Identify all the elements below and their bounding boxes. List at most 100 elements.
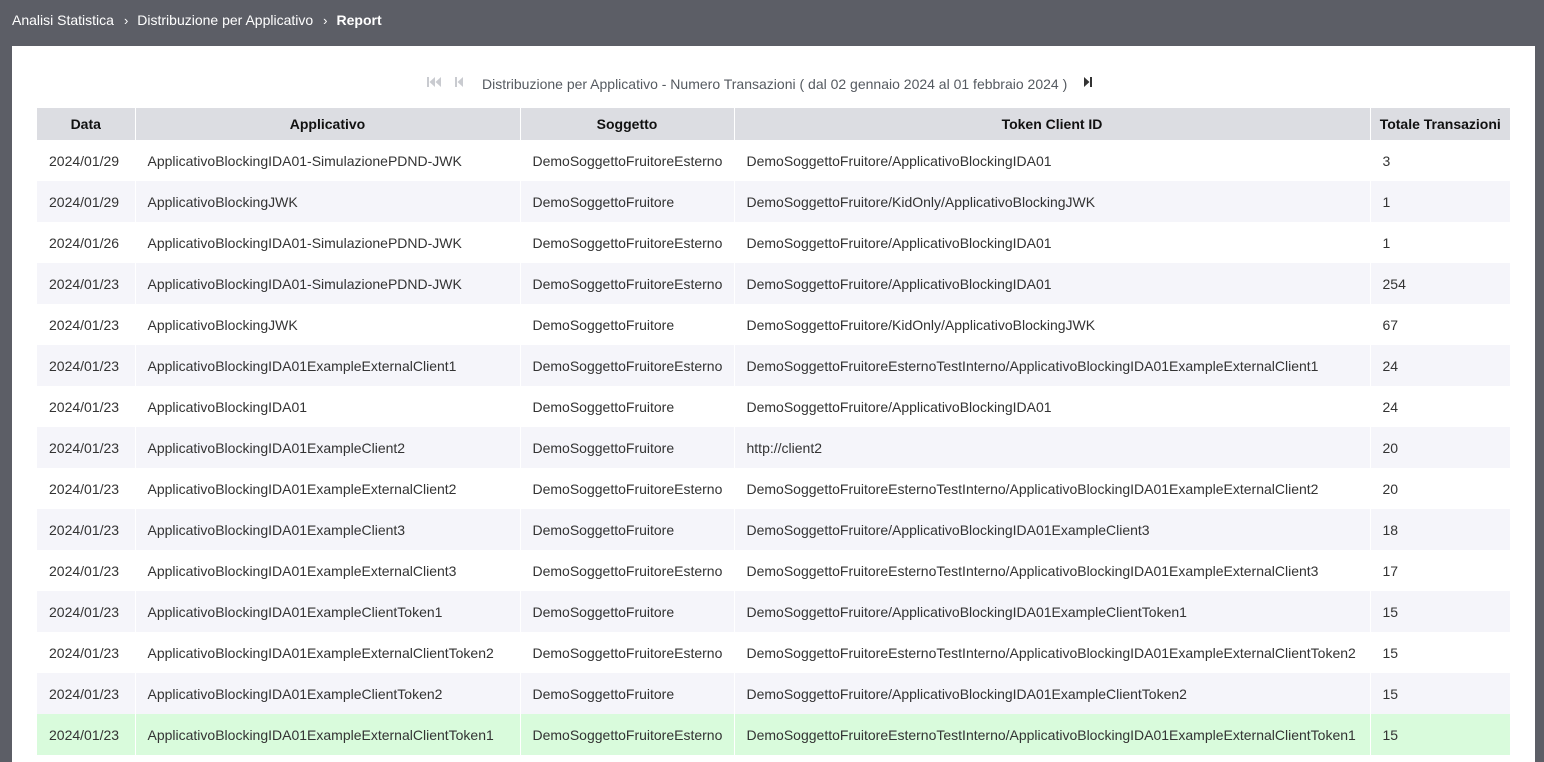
table-row[interactable]: 2024/01/23 ApplicativoBlockingJWK DemoSogg…	[37, 304, 1510, 345]
breadcrumb-item-analisi-statistica[interactable]: Analisi Statistica	[12, 12, 114, 28]
cell-applicativo: ApplicativoBlockingIDA01ExampleExternalC…	[135, 550, 521, 591]
cell-soggetto: DemoSoggettoFruitoreEsterno	[520, 714, 735, 755]
cell-soggetto: DemoSoggettoFruitore	[520, 427, 735, 468]
cell-totale-transazioni: 24	[1370, 345, 1510, 386]
cell-soggetto: DemoSoggettoFruitoreEsterno	[520, 632, 735, 673]
cell-token-client-id: DemoSoggettoFruitore/ApplicativoBlocking…	[734, 263, 1371, 304]
table-row[interactable]: 2024/01/26 ApplicativoBlockingIDA01-Simul…	[37, 222, 1510, 263]
cell-totale-transazioni: 15	[1370, 673, 1510, 714]
report-table: Data Applicativo Soggetto Token Client I…	[37, 108, 1510, 755]
cell-token-client-id: DemoSoggettoFruitoreEsternoTestInterno/A…	[734, 468, 1371, 509]
table-row[interactable]: 2024/01/23 ApplicativoBlockingIDA01Exampl…	[37, 591, 1510, 632]
cell-token-client-id: DemoSoggettoFruitore/ApplicativoBlocking…	[734, 222, 1371, 263]
report-panel: Distribuzione per Applicativo - Numero T…	[12, 46, 1535, 762]
cell-totale-transazioni: 1	[1370, 222, 1510, 263]
cell-totale-transazioni: 15	[1370, 632, 1510, 673]
cell-soggetto: DemoSoggettoFruitore	[520, 509, 735, 550]
cell-applicativo: ApplicativoBlockingIDA01-SimulazionePDND…	[135, 222, 521, 263]
cell-token-client-id: DemoSoggettoFruitoreEsternoTestInterno/A…	[734, 714, 1371, 755]
report-title: Distribuzione per Applicativo - Numero T…	[482, 76, 1068, 92]
report-pager: Distribuzione per Applicativo - Numero T…	[12, 72, 1535, 94]
cell-totale-transazioni: 15	[1370, 714, 1510, 755]
cell-data: 2024/01/23	[37, 304, 136, 345]
cell-totale-transazioni: 17	[1370, 550, 1510, 591]
cell-data: 2024/01/23	[37, 386, 136, 427]
breadcrumb-item-report: Report	[336, 12, 382, 28]
table-row[interactable]: 2024/01/23 ApplicativoBlockingIDA01Exampl…	[37, 673, 1510, 714]
cell-data: 2024/01/23	[37, 468, 136, 509]
previous-page-icon[interactable]	[453, 72, 469, 94]
cell-data: 2024/01/23	[37, 550, 136, 591]
column-header-totale-transazioni[interactable]: Totale Transazioni	[1370, 108, 1510, 140]
cell-soggetto: DemoSoggettoFruitoreEsterno	[520, 222, 735, 263]
table-header-row: Data Applicativo Soggetto Token Client I…	[37, 108, 1510, 140]
cell-applicativo: ApplicativoBlockingIDA01ExampleExternalC…	[135, 714, 521, 755]
cell-data: 2024/01/23	[37, 632, 136, 673]
cell-totale-transazioni: 1	[1370, 181, 1510, 222]
cell-token-client-id: DemoSoggettoFruitore/ApplicativoBlocking…	[734, 509, 1371, 550]
cell-token-client-id: DemoSoggettoFruitore/ApplicativoBlocking…	[734, 591, 1371, 632]
cell-token-client-id: DemoSoggettoFruitore/ApplicativoBlocking…	[734, 140, 1371, 181]
cell-token-client-id: DemoSoggettoFruitore/KidOnly/Applicativo…	[734, 181, 1371, 222]
cell-soggetto: DemoSoggettoFruitore	[520, 304, 735, 345]
cell-applicativo: ApplicativoBlockingIDA01ExampleClientTok…	[135, 591, 521, 632]
cell-applicativo: ApplicativoBlockingIDA01ExampleExternalC…	[135, 345, 521, 386]
cell-token-client-id: DemoSoggettoFruitore/KidOnly/Applicativo…	[734, 304, 1371, 345]
cell-applicativo: ApplicativoBlockingJWK	[135, 181, 521, 222]
cell-totale-transazioni: 3	[1370, 140, 1510, 181]
first-page-icon[interactable]	[426, 72, 442, 94]
table-row[interactable]: 2024/01/23 ApplicativoBlockingIDA01Exampl…	[37, 345, 1510, 386]
table-row[interactable]: 2024/01/23 ApplicativoBlockingIDA01Exampl…	[37, 714, 1510, 755]
chevron-right-icon: ›	[123, 12, 129, 28]
breadcrumb: Analisi Statistica › Distribuzione per A…	[0, 0, 1544, 40]
cell-soggetto: DemoSoggettoFruitoreEsterno	[520, 468, 735, 509]
cell-applicativo: ApplicativoBlockingIDA01	[135, 386, 521, 427]
cell-soggetto: DemoSoggettoFruitoreEsterno	[520, 345, 735, 386]
cell-soggetto: DemoSoggettoFruitore	[520, 673, 735, 714]
last-page-icon[interactable]	[1082, 72, 1098, 94]
cell-soggetto: DemoSoggettoFruitoreEsterno	[520, 263, 735, 304]
table-row[interactable]: 2024/01/23 ApplicativoBlockingIDA01 DemoSo…	[37, 386, 1510, 427]
cell-applicativo: ApplicativoBlockingIDA01-SimulazionePDND…	[135, 140, 521, 181]
breadcrumb-item-distribuzione-per-applicativo[interactable]: Distribuzione per Applicativo	[137, 12, 313, 28]
column-header-soggetto[interactable]: Soggetto	[520, 108, 735, 140]
table-row[interactable]: 2024/01/23 ApplicativoBlockingIDA01Exampl…	[37, 550, 1510, 591]
cell-data: 2024/01/23	[37, 427, 136, 468]
column-header-data[interactable]: Data	[37, 108, 136, 140]
cell-totale-transazioni: 20	[1370, 468, 1510, 509]
table-row[interactable]: 2024/01/23 ApplicativoBlockingIDA01Exampl…	[37, 427, 1510, 468]
table-body: 2024/01/29 ApplicativoBlockingIDA01-Simul…	[37, 140, 1510, 755]
cell-token-client-id: DemoSoggettoFruitoreEsternoTestInterno/A…	[734, 345, 1371, 386]
table-row[interactable]: 2024/01/29 ApplicativoBlockingJWK DemoSogg…	[37, 181, 1510, 222]
cell-applicativo: ApplicativoBlockingIDA01ExampleClientTok…	[135, 673, 521, 714]
cell-soggetto: DemoSoggettoFruitore	[520, 386, 735, 427]
cell-data: 2024/01/23	[37, 345, 136, 386]
cell-applicativo: ApplicativoBlockingIDA01ExampleClient2	[135, 427, 521, 468]
table-row[interactable]: 2024/01/23 ApplicativoBlockingIDA01-Simul…	[37, 263, 1510, 304]
cell-totale-transazioni: 20	[1370, 427, 1510, 468]
cell-applicativo: ApplicativoBlockingIDA01ExampleExternalC…	[135, 632, 521, 673]
cell-data: 2024/01/26	[37, 222, 136, 263]
table-row[interactable]: 2024/01/29 ApplicativoBlockingIDA01-Simul…	[37, 140, 1510, 181]
cell-soggetto: DemoSoggettoFruitore	[520, 181, 735, 222]
cell-soggetto: DemoSoggettoFruitoreEsterno	[520, 550, 735, 591]
cell-applicativo: ApplicativoBlockingJWK	[135, 304, 521, 345]
table-row[interactable]: 2024/01/23 ApplicativoBlockingIDA01Exampl…	[37, 468, 1510, 509]
cell-token-client-id: http://client2	[734, 427, 1371, 468]
cell-soggetto: DemoSoggettoFruitore	[520, 591, 735, 632]
cell-totale-transazioni: 24	[1370, 386, 1510, 427]
cell-data: 2024/01/29	[37, 181, 136, 222]
cell-token-client-id: DemoSoggettoFruitore/ApplicativoBlocking…	[734, 673, 1371, 714]
table-row[interactable]: 2024/01/23 ApplicativoBlockingIDA01Exampl…	[37, 632, 1510, 673]
cell-data: 2024/01/29	[37, 140, 136, 181]
cell-data: 2024/01/23	[37, 673, 136, 714]
column-header-token-client-id[interactable]: Token Client ID	[734, 108, 1371, 140]
cell-applicativo: ApplicativoBlockingIDA01-SimulazionePDND…	[135, 263, 521, 304]
cell-applicativo: ApplicativoBlockingIDA01ExampleExternalC…	[135, 468, 521, 509]
column-header-applicativo[interactable]: Applicativo	[135, 108, 521, 140]
cell-applicativo: ApplicativoBlockingIDA01ExampleClient3	[135, 509, 521, 550]
cell-totale-transazioni: 67	[1370, 304, 1510, 345]
table-row[interactable]: 2024/01/23 ApplicativoBlockingIDA01Exampl…	[37, 509, 1510, 550]
cell-data: 2024/01/23	[37, 714, 136, 755]
cell-data: 2024/01/23	[37, 509, 136, 550]
